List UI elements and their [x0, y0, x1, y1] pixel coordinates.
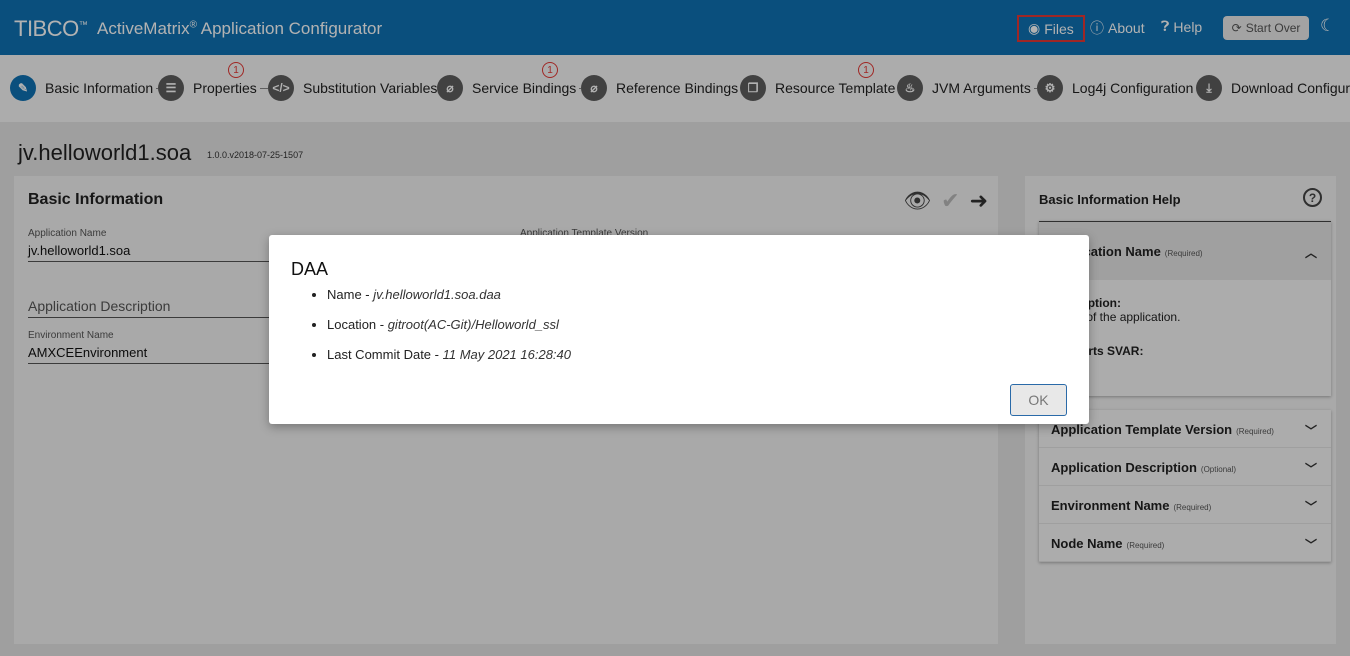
daa-location-item: Location - gitroot(AC-Git)/Helloworld_ss…	[327, 317, 571, 332]
item-value: 11 May 2021 16:28:40	[442, 347, 572, 362]
item-label: Last Commit Date -	[327, 347, 443, 362]
daa-commit-date-item: Last Commit Date - 11 May 2021 16:28:40	[327, 347, 572, 362]
item-label: Name -	[327, 287, 374, 302]
ok-button[interactable]: OK	[1010, 384, 1067, 416]
item-value: gitroot(AC-Git)/Helloworld_ssl	[387, 317, 559, 332]
daa-name-item: Name - jv.helloworld1.soa.daa	[327, 287, 571, 302]
item-value: jv.helloworld1.soa.daa	[373, 287, 501, 302]
dialog-title: DAA	[291, 259, 329, 279]
item-label: Location -	[327, 317, 388, 332]
daa-dialog: DAA Name - jv.helloworld1.soa.daa Locati…	[269, 235, 1089, 424]
